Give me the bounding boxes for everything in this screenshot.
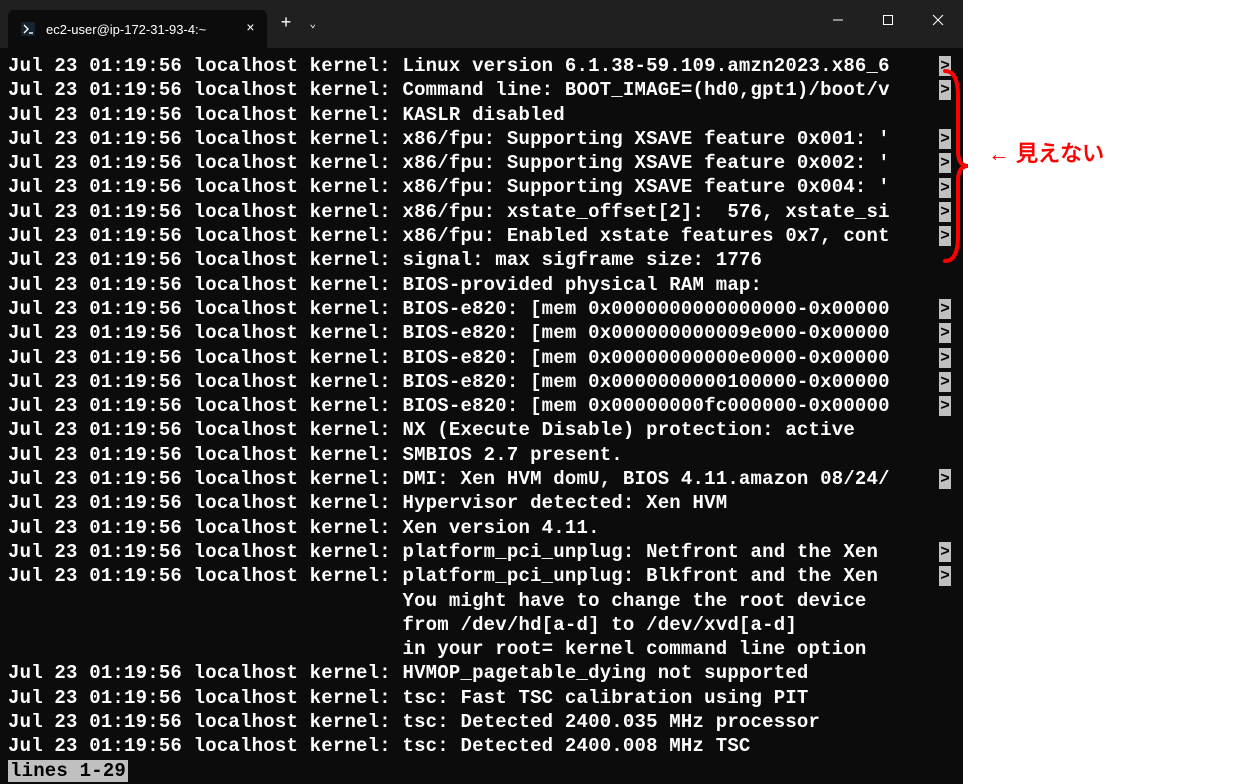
- close-button[interactable]: [913, 0, 963, 40]
- tab-dropdown-button[interactable]: ⌄: [309, 17, 316, 31]
- truncation-indicator: >: [939, 566, 951, 586]
- tab-close-button[interactable]: ×: [246, 21, 254, 37]
- terminal-line: Jul 23 01:19:56 localhost kernel: x86/fp…: [8, 224, 955, 248]
- terminal-line: Jul 23 01:19:56 localhost kernel: x86/fp…: [8, 200, 955, 224]
- terminal-line: Jul 23 01:19:56 localhost kernel: BIOS-e…: [8, 370, 955, 394]
- terminal-line: Jul 23 01:19:56 localhost kernel: platfo…: [8, 564, 955, 588]
- terminal-line: You might have to change the root device: [8, 589, 955, 613]
- terminal-line: Jul 23 01:19:56 localhost kernel: SMBIOS…: [8, 443, 955, 467]
- powershell-icon: [20, 21, 36, 37]
- window-controls: [813, 0, 963, 40]
- truncation-indicator: >: [939, 323, 951, 343]
- terminal-line: Jul 23 01:19:56 localhost kernel: BIOS-e…: [8, 321, 955, 345]
- terminal-line: Jul 23 01:19:56 localhost kernel: Comman…: [8, 78, 955, 102]
- terminal-line: Jul 23 01:19:56 localhost kernel: BIOS-e…: [8, 297, 955, 321]
- terminal-line: Jul 23 01:19:56 localhost kernel: tsc: D…: [8, 734, 955, 758]
- annotation-text: ← 見えない: [988, 136, 1104, 168]
- maximize-button[interactable]: [863, 0, 913, 40]
- truncation-indicator: >: [939, 396, 951, 416]
- truncation-indicator: >: [939, 372, 951, 392]
- terminal-line: Jul 23 01:19:56 localhost kernel: Xen ve…: [8, 516, 955, 540]
- new-tab-button[interactable]: +: [281, 14, 292, 34]
- terminal-line: Jul 23 01:19:56 localhost kernel: tsc: D…: [8, 710, 955, 734]
- terminal-line: Jul 23 01:19:56 localhost kernel: DMI: X…: [8, 467, 955, 491]
- annotation-bracket: [940, 66, 970, 266]
- terminal-output[interactable]: Jul 23 01:19:56 localhost kernel: Linux …: [0, 48, 963, 784]
- terminal-line: in your root= kernel command line option: [8, 637, 955, 661]
- terminal-line: Jul 23 01:19:56 localhost kernel: BIOS-e…: [8, 346, 955, 370]
- terminal-line: from /dev/hd[a-d] to /dev/xvd[a-d]: [8, 613, 955, 637]
- tab-active[interactable]: ec2-user@ip-172-31-93-4:~ ×: [8, 10, 267, 48]
- terminal-line: Jul 23 01:19:56 localhost kernel: platfo…: [8, 540, 955, 564]
- terminal-line: Jul 23 01:19:56 localhost kernel: NX (Ex…: [8, 418, 955, 442]
- terminal-line: Jul 23 01:19:56 localhost kernel: BIOS-p…: [8, 273, 955, 297]
- truncation-indicator: >: [939, 348, 951, 368]
- truncation-indicator: >: [939, 299, 951, 319]
- terminal-line: Jul 23 01:19:56 localhost kernel: KASLR …: [8, 103, 955, 127]
- terminal-line: Jul 23 01:19:56 localhost kernel: tsc: F…: [8, 686, 955, 710]
- truncation-indicator: >: [939, 469, 951, 489]
- terminal-line: Jul 23 01:19:56 localhost kernel: HVMOP_…: [8, 661, 955, 685]
- terminal-line: Jul 23 01:19:56 localhost kernel: Linux …: [8, 54, 955, 78]
- terminal-line: Jul 23 01:19:56 localhost kernel: Hyperv…: [8, 491, 955, 515]
- terminal-line: Jul 23 01:19:56 localhost kernel: x86/fp…: [8, 151, 955, 175]
- truncation-indicator: >: [939, 542, 951, 562]
- terminal-line: Jul 23 01:19:56 localhost kernel: BIOS-e…: [8, 394, 955, 418]
- pager-status: lines 1-29: [8, 760, 128, 782]
- terminal-line: Jul 23 01:19:56 localhost kernel: x86/fp…: [8, 175, 955, 199]
- terminal-line: Jul 23 01:19:56 localhost kernel: x86/fp…: [8, 127, 955, 151]
- titlebar[interactable]: ec2-user@ip-172-31-93-4:~ × + ⌄: [0, 0, 963, 48]
- minimize-button[interactable]: [813, 0, 863, 40]
- terminal-window: ec2-user@ip-172-31-93-4:~ × + ⌄ Jul 23 0…: [0, 0, 963, 784]
- tab-title: ec2-user@ip-172-31-93-4:~: [46, 22, 206, 37]
- terminal-line: Jul 23 01:19:56 localhost kernel: signal…: [8, 248, 955, 272]
